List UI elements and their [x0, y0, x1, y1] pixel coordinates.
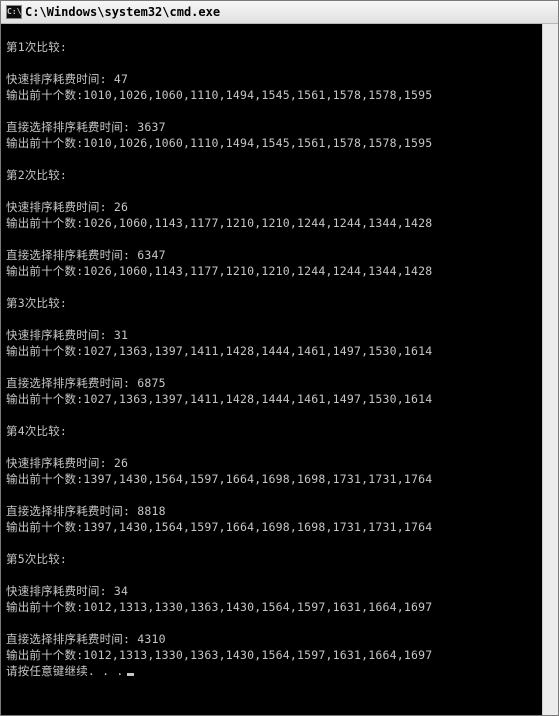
cmd-window: C:\ C:\Windows\system32\cmd.exe 第1次比较: 快速… [0, 0, 559, 716]
console-line: 输出前十个数:1026,1060,1143,1177,1210,1210,124… [6, 264, 433, 278]
console-line: 直接选择排序耗费时间: 4310 [6, 632, 166, 646]
console-line: 输出前十个数:1397,1430,1564,1597,1664,1698,169… [6, 520, 433, 534]
window-title: C:\Windows\system32\cmd.exe [25, 5, 221, 19]
console-line: 第5次比较: [6, 552, 68, 566]
console-line: 快速排序耗费时间: 26 [6, 456, 129, 470]
console-line: 请按任意键继续. . . [6, 663, 134, 679]
console-line: 第4次比较: [6, 424, 68, 438]
text-cursor [126, 673, 134, 676]
vertical-scrollbar[interactable] [542, 24, 558, 715]
console-line: 直接选择排序耗费时间: 6347 [6, 248, 166, 262]
cmd-icon[interactable]: C:\ [6, 5, 22, 19]
console-line: 快速排序耗费时间: 31 [6, 328, 129, 342]
console-line: 输出前十个数:1012,1313,1330,1363,1430,1564,159… [6, 600, 433, 614]
console-line: 输出前十个数:1027,1363,1397,1411,1428,1444,146… [6, 392, 433, 406]
console-line: 输出前十个数:1012,1313,1330,1363,1430,1564,159… [6, 648, 433, 662]
console-line: 输出前十个数:1027,1363,1397,1411,1428,1444,146… [6, 344, 433, 358]
console-line: 输出前十个数:1010,1026,1060,1110,1494,1545,156… [6, 136, 433, 150]
console-line: 直接选择排序耗费时间: 8818 [6, 504, 166, 518]
console-line: 输出前十个数:1010,1026,1060,1110,1494,1545,156… [6, 88, 433, 102]
console-line: 第3次比较: [6, 296, 68, 310]
console-line: 快速排序耗费时间: 47 [6, 72, 129, 86]
title-bar[interactable]: C:\ C:\Windows\system32\cmd.exe [1, 1, 558, 24]
console-line: 第1次比较: [6, 40, 68, 54]
console-line: 快速排序耗费时间: 34 [6, 584, 129, 598]
console-line: 输出前十个数:1026,1060,1143,1177,1210,1210,124… [6, 216, 433, 230]
console-line: 直接选择排序耗费时间: 3637 [6, 120, 166, 134]
console-line: 快速排序耗费时间: 26 [6, 200, 129, 214]
console-line: 第2次比较: [6, 168, 68, 182]
console-line: 输出前十个数:1397,1430,1564,1597,1664,1698,169… [6, 472, 433, 486]
console-line: 直接选择排序耗费时间: 6875 [6, 376, 166, 390]
console-output[interactable]: 第1次比较: 快速排序耗费时间: 47 输出前十个数:1010,1026,1060,… [1, 24, 542, 715]
